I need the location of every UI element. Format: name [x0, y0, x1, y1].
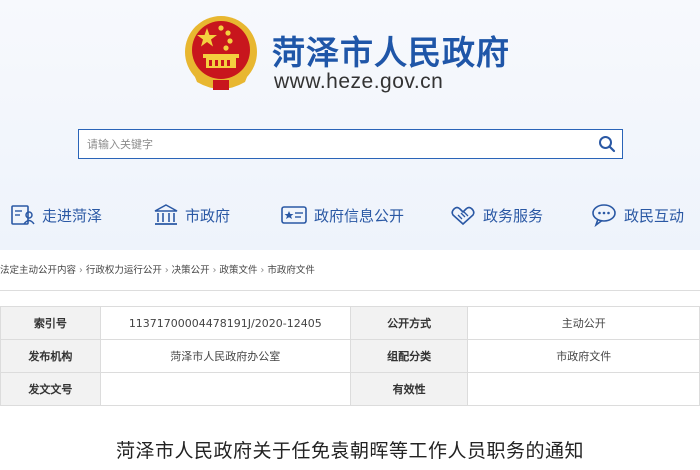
document-title: 菏泽市人民政府关于任免袁朝晖等工作人员职务的通知: [115, 440, 584, 462]
site-url[interactable]: www.heze.gov.cn: [274, 70, 443, 94]
nav-label: 政府信息公开: [314, 206, 405, 225]
info-card-icon: [281, 206, 307, 224]
meta-key-document-number: 发文文号: [0, 372, 101, 406]
table-row: 发布机构 菏泽市人民政府办公室 组配分类 市政府文件: [0, 339, 700, 373]
divider: [0, 290, 700, 291]
meta-value-publisher: 菏泽市人民政府办公室: [99, 339, 351, 373]
meta-value-index: 11371700004478191J/2020-12405: [99, 306, 351, 340]
breadcrumb-item[interactable]: 行政权力运行公开: [86, 265, 162, 276]
breadcrumb-separator: ›: [260, 265, 265, 276]
breadcrumb-separator: ›: [164, 265, 169, 276]
nav-label: 政民互动: [624, 206, 685, 225]
main-nav: 走进菏泽 市政府 政府信息公开 政务服务 政民互动: [0, 195, 700, 235]
meta-key-index: 索引号: [0, 306, 101, 340]
chat-bubble-icon: [592, 204, 616, 228]
meta-value-document-number: [99, 372, 351, 406]
document-meta-table: 索引号 11371700004478191J/2020-12405 公开方式 主…: [0, 306, 700, 406]
nav-label: 政务服务: [483, 206, 544, 225]
search-input[interactable]: [79, 130, 584, 158]
nav-item-public-interaction[interactable]: 政民互动: [590, 200, 684, 230]
breadcrumb-item[interactable]: 决策公开: [172, 265, 210, 276]
table-row: 索引号 11371700004478191J/2020-12405 公开方式 主…: [0, 306, 700, 340]
search-button[interactable]: [592, 130, 622, 158]
meta-value-category: 市政府文件: [467, 339, 700, 373]
nav-item-info-disclosure[interactable]: 政府信息公开: [280, 200, 404, 230]
search-icon: [599, 136, 616, 153]
handshake-icon: [451, 206, 475, 226]
meta-key-publisher: 发布机构: [0, 339, 101, 373]
national-emblem-icon: [185, 16, 257, 90]
nav-item-city-government[interactable]: 市政府: [153, 200, 230, 230]
meta-key-category: 组配分类: [349, 339, 469, 373]
meta-key-disclosure-method: 公开方式: [349, 306, 469, 340]
nav-label: 走进菏泽: [42, 206, 103, 225]
nav-label: 市政府: [185, 206, 231, 225]
breadcrumb-item[interactable]: 法定主动公开内容: [0, 265, 76, 276]
site-title: 菏泽市人民政府: [272, 33, 510, 72]
breadcrumb-item[interactable]: 市政府文件: [267, 265, 315, 276]
document-person-icon: [11, 205, 35, 225]
breadcrumb-item[interactable]: 政策文件: [219, 265, 257, 276]
nav-item-government-services[interactable]: 政务服务: [449, 200, 543, 230]
breadcrumb-separator: ›: [79, 265, 83, 276]
table-row: 发文文号 有效性: [0, 372, 700, 406]
meta-key-validity: 有效性: [349, 372, 469, 406]
government-building-icon: [154, 204, 178, 225]
meta-value-disclosure-method: 主动公开: [467, 306, 700, 340]
site-header: 菏泽市人民政府 www.heze.gov.cn 走进菏泽: [0, 0, 700, 250]
search-bar: [78, 129, 623, 159]
breadcrumb-separator: ›: [212, 265, 217, 276]
meta-value-validity: [467, 372, 700, 406]
breadcrumb: 法定主动公开内容 › 行政权力运行公开 › 决策公开 › 政策文件 › 市政府文件: [0, 262, 700, 280]
nav-item-about-heze[interactable]: 走进菏泽: [10, 200, 102, 230]
